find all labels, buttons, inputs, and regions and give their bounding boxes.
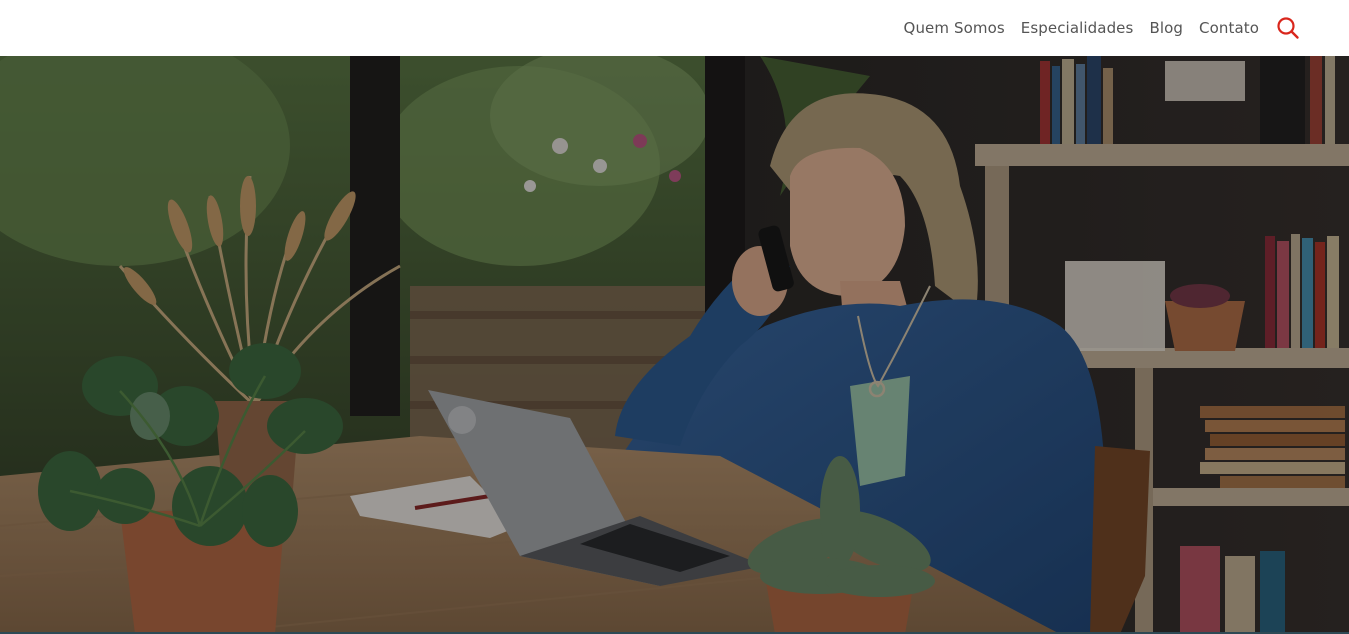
- hero-dark-overlay: [0, 56, 1349, 634]
- main-nav: Quem Somos Especialidades Blog Contato: [904, 15, 1301, 41]
- nav-link-blog[interactable]: Blog: [1149, 19, 1183, 37]
- nav-link-especialidades[interactable]: Especialidades: [1021, 19, 1134, 37]
- search-button[interactable]: [1275, 15, 1301, 41]
- hero-banner: [0, 56, 1349, 634]
- search-icon: [1277, 17, 1299, 39]
- nav-link-contato[interactable]: Contato: [1199, 19, 1259, 37]
- nav-link-quem-somos[interactable]: Quem Somos: [904, 19, 1005, 37]
- site-header: Quem Somos Especialidades Blog Contato: [0, 0, 1349, 56]
